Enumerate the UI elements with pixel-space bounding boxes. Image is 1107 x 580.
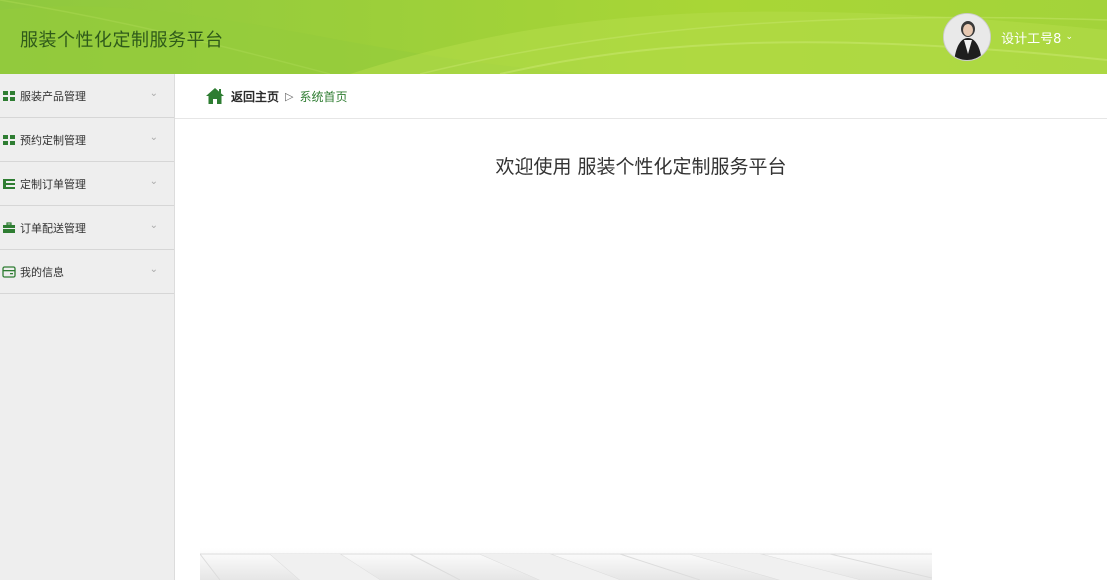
sidebar-item-label: 订单配送管理 <box>20 221 86 235</box>
chevron-down-icon: ⌄ <box>1065 32 1073 42</box>
sidebar-item-delivery[interactable]: 订单配送管理 ⌄ <box>0 206 174 250</box>
sidebar-item-label: 服装产品管理 <box>20 89 86 103</box>
breadcrumb-current[interactable]: 系统首页 <box>299 88 347 105</box>
briefcase-icon <box>3 221 15 233</box>
chevron-down-icon: ⌄ <box>149 88 158 99</box>
breadcrumb-home-link[interactable]: 返回主页 <box>231 88 279 105</box>
main-content: 返回主页 ▷ 系统首页 欢迎使用 服装个性化定制服务平台 <box>175 74 1107 580</box>
welcome-message: 欢迎使用 服装个性化定制服务平台 <box>495 156 787 178</box>
top-header: 服装个性化定制服务平台 设计工号8 ⌄ <box>0 0 1107 74</box>
chevron-down-icon: ⌄ <box>149 132 158 143</box>
user-name: 设计工号8 <box>1001 31 1062 47</box>
breadcrumb-separator: ▷ <box>285 89 294 103</box>
app-title: 服装个性化定制服务平台 <box>20 30 224 51</box>
sidebar-item-label: 我的信息 <box>20 265 64 279</box>
user-avatar-icon <box>944 14 991 60</box>
card-icon <box>2 265 16 278</box>
sidebar-item-label: 定制订单管理 <box>20 177 86 191</box>
floor-tiles-decoration <box>200 548 932 580</box>
sidebar-item-product[interactable]: 服装产品管理 ⌄ <box>0 74 174 118</box>
grid-icon <box>3 134 15 145</box>
breadcrumb: 返回主页 ▷ 系统首页 <box>175 74 1107 119</box>
list-icon <box>3 178 15 189</box>
sidebar-item-profile[interactable]: 我的信息 ⌄ <box>0 250 174 294</box>
chevron-down-icon: ⌄ <box>149 176 158 187</box>
home-icon[interactable] <box>205 87 225 105</box>
chevron-down-icon: ⌄ <box>149 264 158 275</box>
sidebar: 服装产品管理 ⌄ 预约定制管理 ⌄ 定制订单管理 ⌄ 订单配送管理 ⌄ 我的信息… <box>0 74 175 580</box>
chevron-down-icon: ⌄ <box>149 220 158 231</box>
sidebar-item-appointment[interactable]: 预约定制管理 ⌄ <box>0 118 174 162</box>
sidebar-item-label: 预约定制管理 <box>20 133 86 147</box>
sidebar-item-orders[interactable]: 定制订单管理 ⌄ <box>0 162 174 206</box>
grid-icon <box>3 90 15 101</box>
avatar[interactable] <box>943 13 992 61</box>
user-menu[interactable]: 设计工号8 ⌄ <box>943 13 1073 61</box>
